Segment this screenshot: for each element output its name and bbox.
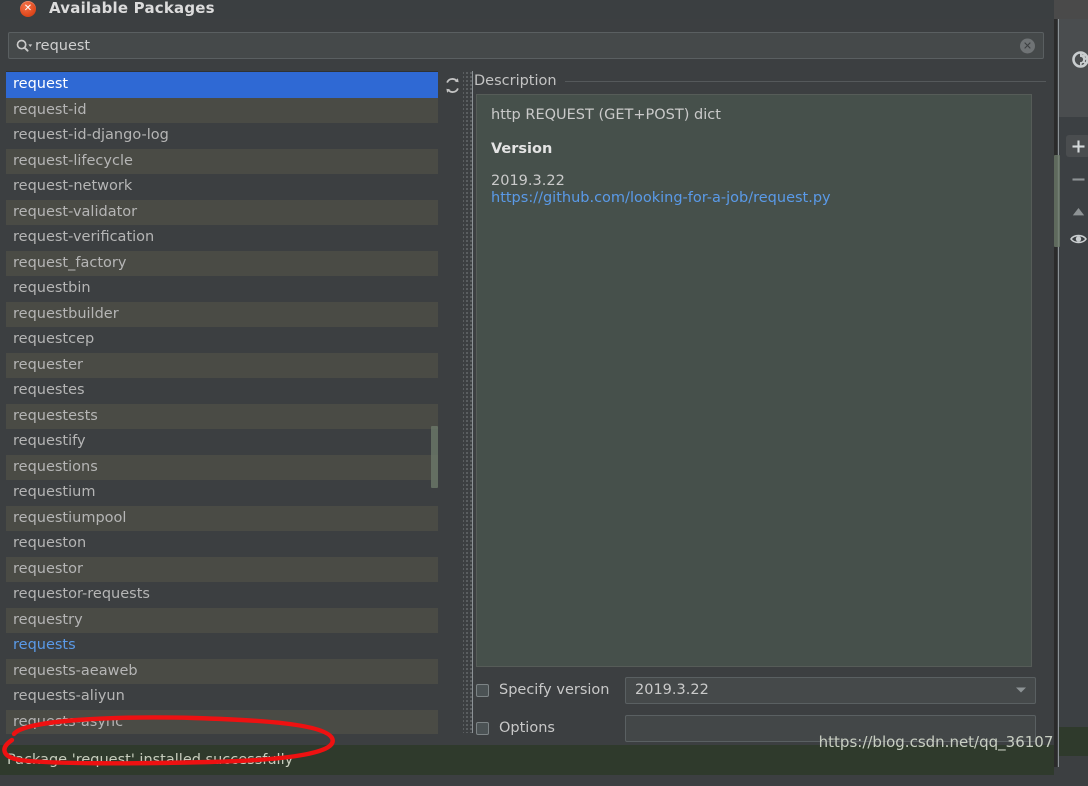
package-list-item[interactable]: requests-async [6,709,438,734]
package-list-item[interactable]: requestes [6,378,438,404]
package-list-item[interactable]: request-validator [6,199,438,225]
gear-settings-icon[interactable] [1069,48,1088,70]
package-list-item[interactable]: requestcep [6,327,438,353]
plus-add-icon[interactable] [1066,135,1088,157]
description-rule [564,80,1046,82]
description-version-value: 2019.3.22 [491,173,565,189]
clear-search-icon[interactable]: ✕ [1020,38,1035,53]
options-label: Options [499,720,555,736]
options-checkbox[interactable] [476,721,489,735]
package-list-item[interactable]: request-id [6,97,438,123]
package-list-item[interactable]: requester [6,352,438,378]
package-list-item[interactable]: requests-aliyun [6,684,438,710]
package-list-item[interactable]: requestry [6,607,438,633]
package-list-item[interactable]: request-id-django-log [6,123,438,149]
package-list-item[interactable]: request_factory [6,250,438,276]
edge-separator-dark [1054,19,1057,767]
eye-show-icon[interactable] [1066,228,1088,250]
splitter-line [472,71,473,733]
search-row: request ✕ [8,32,1044,59]
refresh-reload-icon[interactable] [443,76,462,95]
package-list-item[interactable]: requestify [6,429,438,455]
search-value: request [35,37,91,54]
available-packages-dialog: request ✕ request request-id request-id-dj… [0,19,1054,786]
package-list-item[interactable]: request-lifecycle [6,148,438,174]
dialog-titlebar: ✕ Available Packages [0,0,1054,19]
description-header: Description [474,71,1046,91]
triangle-up-upgrade-icon[interactable] [1066,200,1088,222]
titlebar-right-filler [1054,0,1088,19]
package-list-item[interactable]: requestor [6,556,438,582]
edge-bottom-filler [1059,756,1088,767]
status-bar-filler [0,775,1054,786]
package-list-item[interactable]: request-verification [6,225,438,251]
package-list-item[interactable]: requestiumpool [6,505,438,531]
description-summary: http REQUEST (GET+POST) dict [491,107,721,123]
package-list[interactable]: request request-id request-id-django-log re… [6,71,438,734]
package-list-item[interactable]: request-network [6,174,438,200]
minus-remove-icon[interactable] [1066,168,1088,190]
package-list-item[interactable]: request [6,72,438,98]
description-label: Description [474,73,557,89]
panel-splitter[interactable] [463,71,473,733]
close-icon[interactable]: ✕ [20,0,36,17]
package-list-item[interactable]: requestium [6,480,438,506]
package-list-item[interactable]: requestbin [6,276,438,302]
package-list-item[interactable]: requestions [6,454,438,480]
edge-status-filler [1059,727,1088,756]
version-select[interactable]: 2019.3.22 [625,676,1036,704]
specify-version-row: Specify version 2019.3.22 [476,675,1036,705]
package-list-item[interactable]: requeston [6,531,438,557]
dialog-title: Available Packages [49,0,215,17]
specify-version-checkbox[interactable] [476,683,489,697]
description-version-label: Version [491,141,553,157]
package-list-item[interactable]: requestests [6,403,438,429]
package-list-panel: request request-id request-id-django-log re… [6,71,466,734]
chevron-down-icon [1016,687,1026,693]
search-icon [16,38,34,54]
ide-scrollbar[interactable] [1054,155,1060,247]
search-input[interactable]: request ✕ [8,32,1044,59]
version-select-value: 2019.3.22 [635,682,709,698]
package-list-item[interactable]: requestor-requests [6,582,438,608]
description-homepage-link[interactable]: https://github.com/looking-for-a-job/req… [491,190,1031,206]
refresh-column [438,71,466,733]
description-body: http REQUEST (GET+POST) dict Version 201… [476,94,1032,667]
status-message: Package 'request' installed successfully [7,752,294,768]
description-panel: Description http REQUEST (GET+POST) dict… [474,71,1046,742]
watermark-text: https://blog.csdn.net/qq_36107350 [818,733,1082,751]
specify-version-label: Specify version [499,682,610,698]
package-list-item[interactable]: requests-aeaweb [6,658,438,684]
package-list-item[interactable]: requestbuilder [6,301,438,327]
package-list-scrollbar[interactable] [431,426,438,488]
screen-root: ✕ Available Packages request ✕ request re… [0,0,1088,786]
package-list-item[interactable]: requests [6,633,438,659]
